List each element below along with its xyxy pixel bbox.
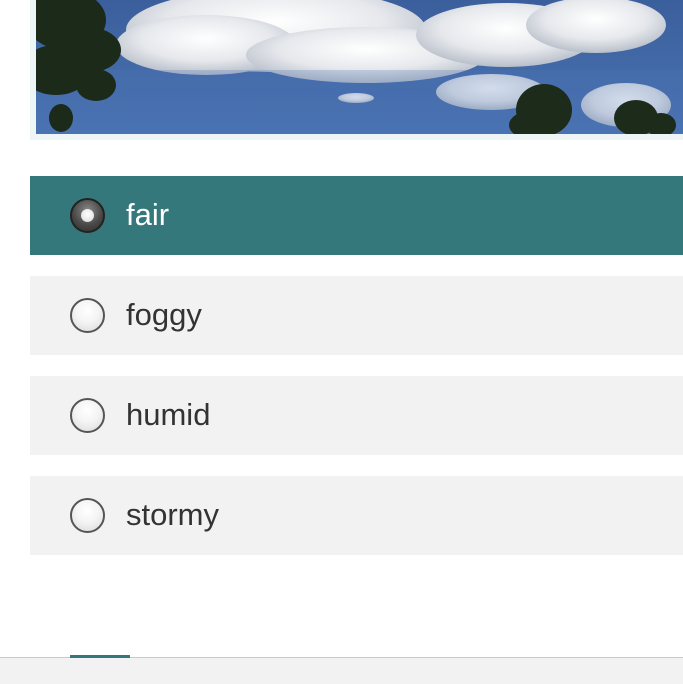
radio-button[interactable] bbox=[70, 398, 105, 433]
answer-option-stormy[interactable]: stormy bbox=[30, 476, 683, 555]
radio-button[interactable] bbox=[70, 498, 105, 533]
radio-button-selected[interactable] bbox=[70, 198, 105, 233]
answer-option-label: humid bbox=[126, 397, 211, 432]
radio-dot bbox=[81, 209, 94, 222]
answer-option-humid[interactable]: humid bbox=[30, 376, 683, 455]
answer-option-label: foggy bbox=[126, 297, 202, 332]
answer-option-label: stormy bbox=[126, 497, 219, 532]
quiz-page: fair foggy humid stormy bbox=[0, 0, 683, 684]
radio-button[interactable] bbox=[70, 298, 105, 333]
answer-option-label: fair bbox=[126, 197, 170, 232]
photo-frame bbox=[30, 0, 683, 140]
weather-photo bbox=[36, 0, 683, 134]
footer-bar bbox=[0, 657, 683, 684]
answer-option-foggy[interactable]: foggy bbox=[30, 276, 683, 355]
footer-tab-indicator[interactable] bbox=[70, 655, 130, 658]
answer-option-fair[interactable]: fair bbox=[30, 176, 683, 255]
